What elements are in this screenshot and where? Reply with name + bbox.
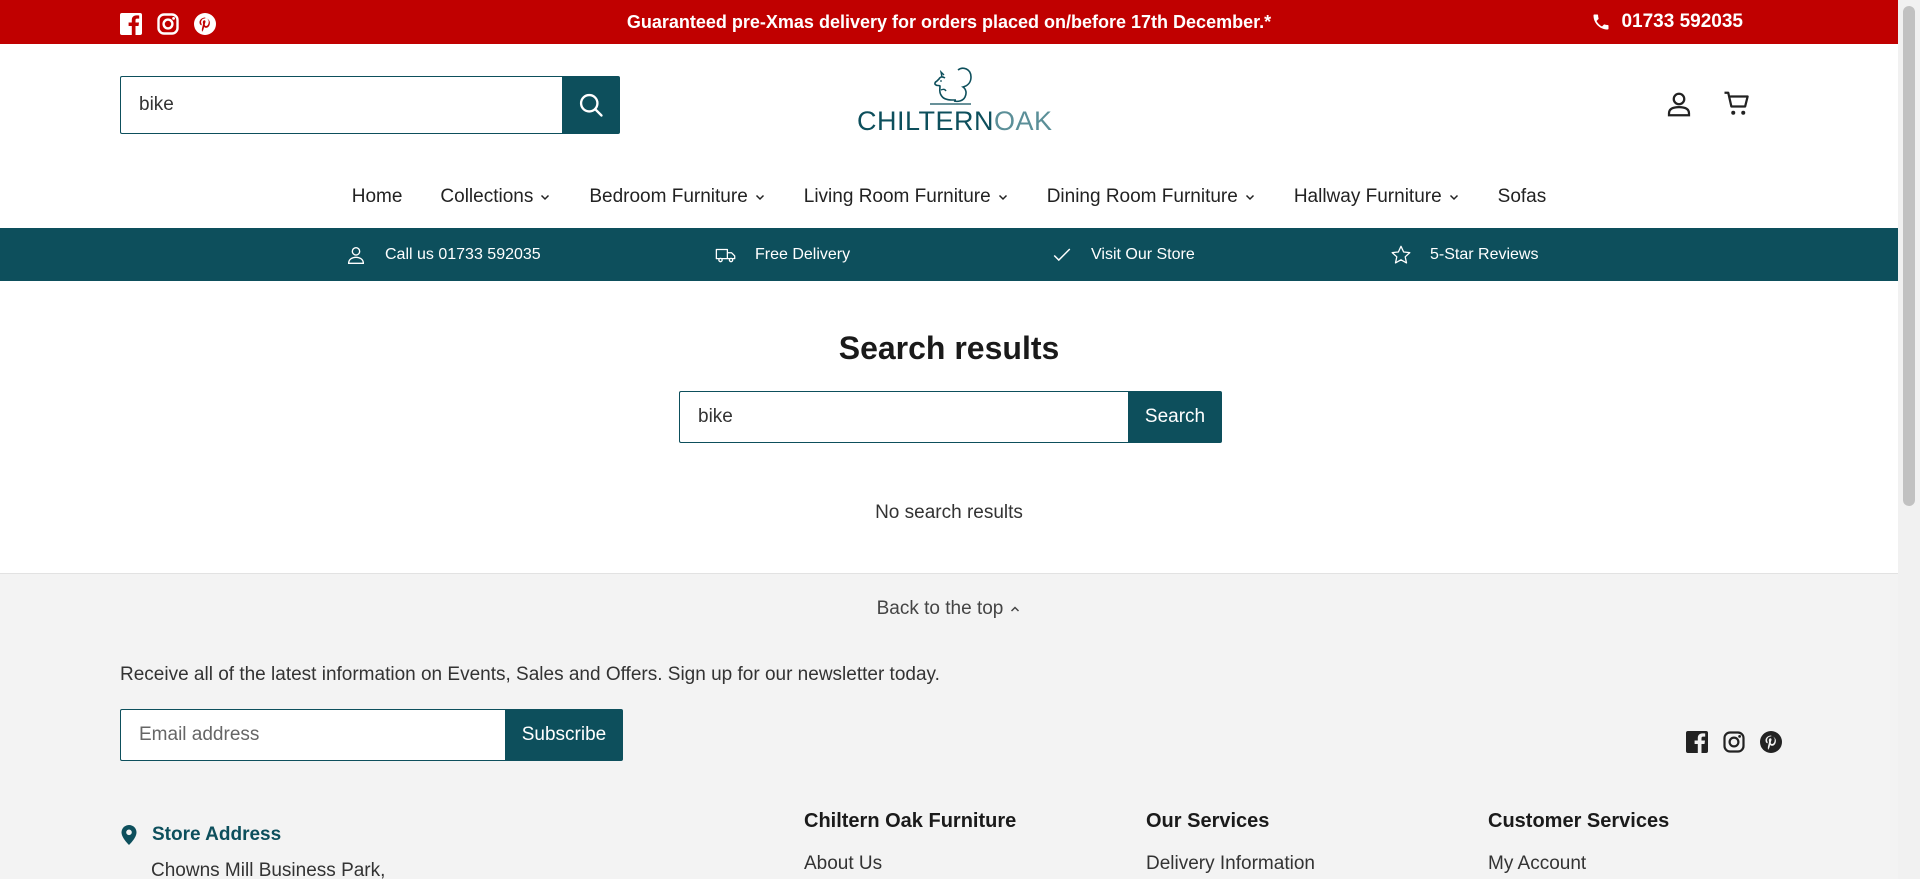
pinterest-icon[interactable] xyxy=(1759,730,1783,754)
footer-column-company: Chiltern Oak Furniture About Us xyxy=(804,810,1016,875)
nav-label: Sofas xyxy=(1497,186,1547,207)
squirrel-logo-icon xyxy=(930,67,972,105)
phone-icon xyxy=(1593,14,1609,30)
chevron-down-icon xyxy=(1449,194,1458,201)
logo-wordmark: CHILTERNOAK xyxy=(857,106,1052,137)
nav-label: Living Room Furniture xyxy=(803,186,991,207)
usp-label: Free Delivery xyxy=(755,245,851,263)
phone-number: 01733 592035 xyxy=(1621,11,1743,32)
nav-item-hallway-furniture[interactable]: Hallway Furniture xyxy=(1275,180,1479,214)
results-search-input[interactable] xyxy=(679,391,1128,443)
no-results-message: No search results xyxy=(875,502,1023,523)
back-to-top-label: Back to the top xyxy=(876,598,1004,619)
usp-label: Call us 01733 592035 xyxy=(385,245,541,263)
header-search-button[interactable] xyxy=(562,76,620,134)
results-search-button[interactable]: Search xyxy=(1128,391,1222,443)
nav-item-bedroom-furniture[interactable]: Bedroom Furniture xyxy=(570,180,784,214)
nav-label: Bedroom Furniture xyxy=(589,186,748,207)
newsletter-form: Subscribe xyxy=(120,709,623,761)
nav-item-home[interactable]: Home xyxy=(333,180,422,214)
announcement-bar: Guaranteed pre-Xmas delivery for orders … xyxy=(0,0,1898,44)
chevron-down-icon xyxy=(541,194,550,201)
page: Guaranteed pre-Xmas delivery for orders … xyxy=(0,0,1898,879)
footer-link-about-us[interactable]: About Us xyxy=(804,853,1016,875)
store-address-heading: Store Address xyxy=(120,824,385,846)
footer-column-services: Our Services Delivery Information xyxy=(1146,810,1315,875)
footer-column-heading: Chiltern Oak Furniture xyxy=(804,810,1017,832)
header-search-input[interactable] xyxy=(120,76,562,134)
nav-item-collections[interactable]: Collections xyxy=(421,180,570,214)
usp-item-call[interactable]: Call us 01733 592035 xyxy=(345,228,541,281)
nav-item-dining-room-furniture[interactable]: Dining Room Furniture xyxy=(1028,180,1275,214)
usp-item-delivery[interactable]: Free Delivery xyxy=(715,228,850,281)
usp-item-reviews[interactable]: 5-Star Reviews xyxy=(1390,228,1538,281)
map-pin-icon xyxy=(121,825,137,845)
scrollbar-thumb[interactable] xyxy=(1903,6,1915,506)
facebook-icon[interactable] xyxy=(1685,730,1709,754)
search-icon xyxy=(579,93,603,117)
user-icon xyxy=(347,246,365,264)
footer: Back to the top Receive all of the lates… xyxy=(0,573,1898,879)
logo-text-dark: CHILTERN xyxy=(857,106,995,136)
newsletter-text: Receive all of the latest information on… xyxy=(120,664,940,685)
footer-social-links xyxy=(1685,730,1783,754)
chevron-down-icon xyxy=(755,194,764,201)
cart-icon[interactable] xyxy=(1722,89,1752,119)
phone-link[interactable]: 01733 592035 xyxy=(1591,11,1743,33)
logo-text-light: OAK xyxy=(994,106,1053,136)
usp-item-store[interactable]: Visit Our Store xyxy=(1051,228,1195,281)
email-field[interactable] xyxy=(120,709,505,761)
footer-column-heading: Customer Services xyxy=(1488,810,1670,832)
chevron-down-icon xyxy=(998,194,1007,201)
results-search: Search xyxy=(679,391,1222,443)
star-icon xyxy=(1391,245,1411,264)
nav-item-living-room-furniture[interactable]: Living Room Furniture xyxy=(785,180,1028,214)
footer-link-my-account[interactable]: My Account xyxy=(1488,853,1669,875)
nav-item-sofas[interactable]: Sofas xyxy=(1479,180,1566,214)
truck-icon xyxy=(715,248,736,262)
main-nav: Home Collections Bedroom Furniture Livin… xyxy=(0,180,1898,214)
header-icons xyxy=(1664,89,1752,119)
chevron-up-icon xyxy=(1011,606,1020,612)
nav-label: Dining Room Furniture xyxy=(1046,186,1238,207)
footer-column-heading: Our Services xyxy=(1146,810,1270,832)
nav-label: Collections xyxy=(440,186,534,207)
store-address-line: Chowns Mill Business Park, xyxy=(151,860,386,879)
header-search xyxy=(120,76,620,134)
chevron-down-icon xyxy=(1245,194,1254,201)
usp-label: 5-Star Reviews xyxy=(1430,245,1539,263)
page-title: Search results xyxy=(838,330,1060,366)
footer-link-delivery-information[interactable]: Delivery Information xyxy=(1146,853,1315,875)
instagram-icon[interactable] xyxy=(1722,730,1746,754)
usp-bar: Call us 01733 592035 Free Delivery Visit… xyxy=(0,228,1898,281)
usp-label: Visit Our Store xyxy=(1091,245,1195,263)
nav-label: Hallway Furniture xyxy=(1293,186,1442,207)
store-heading-label: Store Address xyxy=(152,824,282,845)
subscribe-button[interactable]: Subscribe xyxy=(505,709,623,761)
page-scrollbar[interactable] xyxy=(1898,0,1920,879)
logo[interactable]: CHILTERNOAK xyxy=(857,66,1052,137)
check-icon xyxy=(1053,248,1071,261)
back-to-top-link[interactable]: Back to the top xyxy=(0,598,1898,620)
store-address: Store Address Chowns Mill Business Park, xyxy=(120,824,385,879)
nav-label: Home xyxy=(351,186,403,207)
footer-column-customer-services: Customer Services My Account xyxy=(1488,810,1669,875)
account-icon[interactable] xyxy=(1664,89,1694,119)
